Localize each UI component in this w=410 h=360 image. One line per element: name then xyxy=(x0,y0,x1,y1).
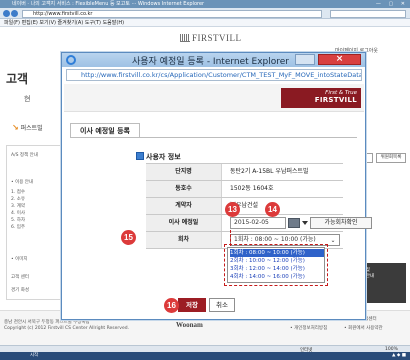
start-button[interactable]: 시작 xyxy=(30,353,38,358)
footer-link[interactable]: • 개인정보처리방침 xyxy=(290,325,327,331)
left-panel-item[interactable]: • 이용 안내 xyxy=(11,179,33,185)
building-logo-icon xyxy=(180,34,190,42)
tab-move-date-registration[interactable]: 이사 예정일 등록 xyxy=(70,123,140,138)
popup-title: 사용자 예정일 등록 - Internet Explorer xyxy=(132,57,290,67)
move-date-input[interactable]: 2015-02-05 xyxy=(230,217,286,229)
left-panel-item[interactable]: • 이미지 xyxy=(11,256,28,262)
left-panel-item[interactable]: 경기 화성 xyxy=(11,287,29,293)
row-label: 계약자 xyxy=(146,198,222,214)
round-select-value: 1회차 : 08:00 ~ 10:00 (가능) xyxy=(234,236,316,243)
step-badge: 16 xyxy=(164,298,179,313)
background-committee-button[interactable]: 위원회목록 xyxy=(376,153,406,163)
background-menu-bar[interactable]: 파일(F) 편집(E) 보기(V) 즐겨찾기(A) 도구(T) 도움말(H) xyxy=(0,19,410,27)
background-tab-firstvill[interactable]: ↘ 퍼스트빌 xyxy=(12,123,43,132)
left-panel-item[interactable]: 4. 이사 xyxy=(11,210,25,216)
round-options-list: 1회차 : 08:00 ~ 10:00 (가능) 2회차 : 10:00 ~ 1… xyxy=(227,247,325,283)
step-badge: 15 xyxy=(121,230,136,245)
chevron-down-icon[interactable]: ⌄ xyxy=(329,237,337,244)
calendar-icon[interactable] xyxy=(288,218,308,228)
table-row: 동호수 1502동 1604호 xyxy=(146,180,343,197)
tab-divider xyxy=(70,137,357,138)
popup-url-field[interactable]: http://www.firstvill.co.kr/cs/Applicatio… xyxy=(66,69,362,81)
background-logo[interactable]: FIRSTVILL xyxy=(180,33,242,43)
row-label: 동호수 xyxy=(146,181,222,197)
row-label: 이사 예정일 xyxy=(146,215,222,231)
row-label: 회차 xyxy=(146,232,222,248)
background-subtitle-fragment: 현 xyxy=(24,95,31,103)
round-option[interactable]: 2회차 : 10:00 ~ 12:00 (가능) xyxy=(230,257,324,265)
tray-clock: ▲ ◆ ■ xyxy=(391,353,406,358)
close-button[interactable]: × xyxy=(318,54,361,65)
step-badge: 13 xyxy=(225,202,240,217)
left-panel-item[interactable]: 6. 입주 xyxy=(11,224,25,230)
brand-name: FIRSTVILL xyxy=(314,96,357,104)
footer-copyright: Copyright (c) 2012 Firstvill CS Center A… xyxy=(4,326,129,331)
background-search-field[interactable] xyxy=(330,10,406,18)
cancel-button[interactable]: 취소 xyxy=(209,298,235,312)
background-left-panel: A/S 정책 안내 • 이용 안내 1. 접수 2. 소유 3. 계약 4. 이… xyxy=(6,145,61,300)
table-row: 단지명 동탄2기 A-15BL 우남퍼스트빌 xyxy=(146,163,343,180)
left-panel-item[interactable]: 2. 소유 xyxy=(11,196,25,202)
minimize-button[interactable] xyxy=(295,54,315,65)
row-value: 1502동 1604호 xyxy=(230,185,274,192)
round-option[interactable]: 3회차 : 12:00 ~ 14:00 (가능) xyxy=(230,265,324,273)
footer-company-logo: Woonam xyxy=(176,321,203,329)
chevron-down-icon xyxy=(302,221,308,225)
window-controls[interactable]: — ▢ ✕ xyxy=(376,0,408,8)
left-panel-item[interactable]: 5. 하자 xyxy=(11,217,25,223)
left-panel-item[interactable]: 고객 센터 xyxy=(11,274,29,280)
footer-link[interactable]: • 회원에서 사용약관 xyxy=(344,325,383,331)
nav-buttons[interactable] xyxy=(3,10,19,19)
table-row: 계약자 ㈜우남건설 xyxy=(146,197,343,214)
row-value: 동탄2기 A-15BL 우남퍼스트빌 xyxy=(230,168,309,175)
back-icon[interactable] xyxy=(3,10,10,17)
check-available-rounds-button[interactable]: 가능회차확인 xyxy=(310,217,372,229)
save-button[interactable]: 저장 xyxy=(178,298,206,312)
left-panel-item[interactable]: A/S 정책 안내 xyxy=(11,152,38,158)
round-option[interactable]: 4회차 : 14:00 ~ 16:00 (가능) xyxy=(230,273,324,281)
firstvill-brand-logo: First & True FIRSTVILL xyxy=(281,88,361,108)
row-label: 단지명 xyxy=(146,164,222,180)
ie-icon xyxy=(66,55,76,65)
arrow-icon: ↘ xyxy=(12,123,19,132)
section-title: 사용자 정보 xyxy=(146,153,181,161)
left-panel-item[interactable]: 1. 접수 xyxy=(11,189,25,195)
section-bullet-icon xyxy=(136,152,144,160)
forward-icon[interactable] xyxy=(11,10,18,17)
table-row: 이사 예정일 2015-02-05 가능회차확인 xyxy=(146,214,372,231)
background-window-titlebar: 네이버 · 나의 고객지 서비스 : FlexibleMenu 등 모고토 ··… xyxy=(0,0,410,8)
background-url-field[interactable]: http://www.firstvill.co.kr xyxy=(22,10,322,18)
background-page-title: 고객 xyxy=(6,72,29,86)
background-window-title: 네이버 · 나의 고객지 서비스 : FlexibleMenu 등 모고토 ··… xyxy=(12,1,205,7)
round-option[interactable]: 1회차 : 08:00 ~ 10:00 (가능) xyxy=(230,249,324,257)
step-badge: 14 xyxy=(265,202,280,217)
taskbar: 시작 ▲ ◆ ■ xyxy=(0,352,410,360)
left-panel-item[interactable]: 3. 계약 xyxy=(11,203,25,209)
